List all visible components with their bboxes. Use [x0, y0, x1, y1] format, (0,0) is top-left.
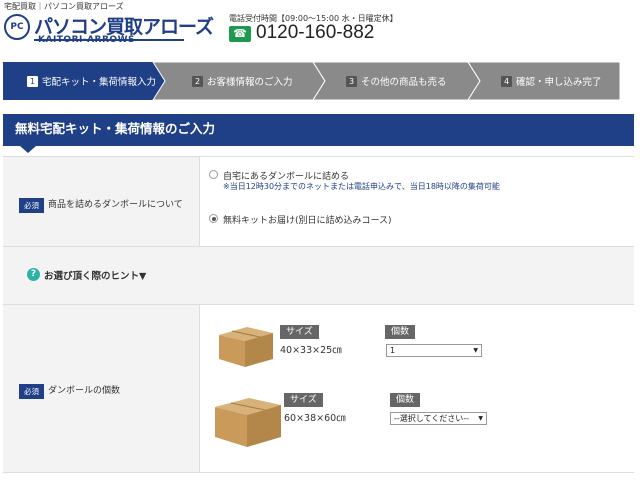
step-1-label: 宅配キット・集荷情報入力	[42, 77, 157, 88]
size-tag-1: サイズ	[280, 325, 319, 339]
box-count-label: ダンボールの個数	[48, 386, 121, 396]
progress-steps: 1 宅配キット・集荷情報入力 2 お客様情報のご入力 3 その他の商品も売る 4…	[3, 62, 620, 100]
box1-count-value: 1	[390, 346, 396, 355]
hint-row[interactable]: ? お選び頂く際のヒント▼	[3, 247, 634, 305]
radio-free-kit-label[interactable]: 無料キットお届け(別日に詰め込みコース)	[223, 213, 392, 226]
step-1-number: 1	[27, 75, 38, 87]
site-logo[interactable]: PC パソコン買取アローズ KAITORI-ARROWS	[4, 12, 214, 46]
count-tag-2: 個数	[390, 393, 421, 407]
box1-size: 40×33×25㎝	[280, 345, 342, 356]
step-4: 4 確認・申し込み完了	[501, 62, 602, 100]
box-count-value-cell: サイズ 40×33×25㎝ 個数 1 ▼ サイズ 60×38×60㎝ 個数 --…	[200, 305, 634, 473]
phone-number[interactable]: 0120-160-882	[256, 22, 374, 44]
box-question-value-cell: 自宅にあるダンボールに詰める ※当日12時30分までのネットまたは電話申込みで、…	[200, 157, 634, 247]
size-tag-2: サイズ	[284, 393, 323, 407]
hint-toggle[interactable]: お選び頂く際のヒント▼	[44, 268, 146, 282]
box2-count-select[interactable]: --選択してください-- ▼	[390, 412, 487, 425]
step-1: 1 宅配キット・集荷情報入力	[27, 62, 156, 100]
section-title: 無料宅配キット・集荷情報のご入力	[3, 114, 634, 146]
step-2: 2 お客様情報のご入力	[192, 62, 293, 100]
step-3: 3 その他の商品も売る	[346, 62, 447, 100]
step-2-number: 2	[192, 75, 203, 87]
count-tag-1: 個数	[385, 325, 416, 339]
pc-badge-icon: PC	[4, 14, 30, 40]
step-4-label: 確認・申し込み完了	[516, 77, 602, 88]
box2-count-value: --選択してください--	[394, 414, 470, 423]
step-3-label: その他の商品も売る	[361, 77, 447, 88]
cardboard-box-large-icon	[215, 398, 281, 447]
step-2-label: お客様情報のご入力	[207, 77, 293, 88]
kit-form: 必須 商品を詰めるダンボールについて 自宅にあるダンボールに詰める ※当日12時…	[3, 156, 634, 481]
chevron-down-icon: ▼	[473, 347, 478, 354]
box1-count-select[interactable]: 1 ▼	[386, 344, 482, 357]
section-title-notch	[20, 146, 36, 153]
box-question-label: 商品を詰めるダンボールについて	[48, 200, 183, 210]
radio-free-kit[interactable]	[209, 214, 218, 223]
telephone-icon: ☎	[229, 26, 251, 42]
radio-own-box[interactable]	[209, 170, 218, 179]
required-badge-2: 必須	[19, 384, 44, 399]
radio-own-box-note: ※当日12時30分までのネットまたは電話申込みで、当日18時以降の集荷可能	[223, 182, 500, 191]
required-badge: 必須	[19, 198, 44, 213]
question-icon: ?	[27, 268, 40, 281]
breadcrumb: 宅配買取｜パソコン買取アローズ	[4, 2, 124, 11]
chevron-down-icon: ▼	[478, 415, 483, 422]
box-count-label-cell: 必須 ダンボールの個数	[3, 305, 200, 473]
box2-size: 60×38×60㎝	[284, 413, 346, 424]
step-3-number: 3	[346, 75, 357, 87]
step-4-number: 4	[501, 75, 512, 87]
box-question-label-cell: 必須 商品を詰めるダンボールについて	[3, 157, 200, 247]
logo-name-en: KAITORI-ARROWS	[38, 35, 135, 45]
cardboard-box-small-icon	[219, 327, 273, 367]
